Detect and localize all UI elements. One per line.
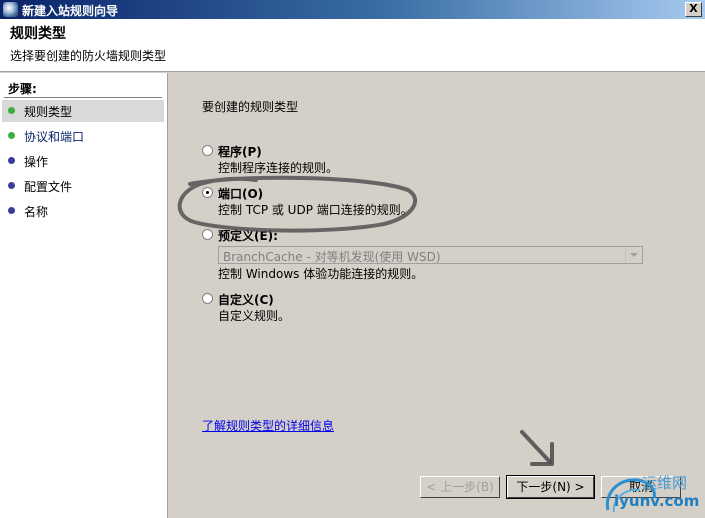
back-button[interactable]: < 上一步(B): [420, 476, 500, 498]
step-label: 名称: [24, 205, 49, 219]
option-label: 端口(O): [218, 187, 264, 201]
step-action[interactable]: 操作: [2, 150, 164, 172]
steps-title: 步骤:: [8, 82, 37, 96]
step-label: 规则类型: [24, 105, 73, 119]
program-radio[interactable]: [202, 145, 213, 156]
step-status-dot-icon: [8, 182, 15, 189]
wizard-content: 要创建的规则类型 程序(P) 控制程序连接的规则。 端口(O) 控制 TCP 或…: [168, 73, 705, 518]
wizard-header: 规则类型 选择要创建的防火墙规则类型: [0, 19, 705, 72]
watermark-cn: 运维网: [642, 474, 688, 492]
predefined-select[interactable]: BranchCache - 对等机发现(使用 WSD): [218, 246, 643, 264]
step-status-dot-icon: [8, 207, 15, 214]
step-protocol-port[interactable]: 协议和端口: [2, 125, 164, 147]
step-name[interactable]: 名称: [2, 200, 164, 222]
custom-radio[interactable]: [202, 293, 213, 304]
step-status-dot-icon: [8, 132, 15, 139]
predefined-radio[interactable]: [202, 229, 213, 240]
steps-sidebar: 步骤: 规则类型 协议和端口 操作 配置文件 名称: [0, 73, 168, 518]
title-bar: 新建入站规则向导 X: [0, 0, 705, 19]
firewall-app-icon: [3, 2, 18, 17]
option-label: 自定义(C): [218, 293, 274, 307]
port-radio[interactable]: [202, 187, 213, 198]
window-title: 新建入站规则向导: [22, 4, 119, 18]
step-status-dot-icon: [8, 107, 15, 114]
option-description: 自定义规则。: [218, 309, 291, 323]
rule-type-prompt: 要创建的规则类型: [202, 100, 299, 114]
step-profile[interactable]: 配置文件: [2, 175, 164, 197]
watermark-url: iyunv.com: [614, 492, 700, 510]
step-status-dot-icon: [8, 157, 15, 164]
option-label: 预定义(E):: [218, 229, 278, 243]
step-label: 配置文件: [24, 180, 73, 194]
watermark: 运维网 iyunv.com: [600, 470, 705, 518]
step-label: 协议和端口: [24, 130, 85, 144]
chevron-down-icon[interactable]: [625, 247, 642, 263]
close-button[interactable]: X: [685, 2, 702, 17]
next-button[interactable]: 下一步(N) >: [506, 475, 595, 499]
option-label: 程序(P): [218, 145, 262, 159]
predefined-select-value: BranchCache - 对等机发现(使用 WSD): [223, 250, 441, 264]
steps-divider: [4, 97, 162, 98]
option-description: 控制 TCP 或 UDP 端口连接的规则。: [218, 203, 413, 217]
page-subtitle: 选择要创建的防火墙规则类型: [10, 49, 167, 63]
option-description: 控制 Windows 体验功能连接的规则。: [218, 267, 424, 281]
page-title: 规则类型: [10, 26, 66, 42]
option-description: 控制程序连接的规则。: [218, 161, 339, 175]
step-rule-type[interactable]: 规则类型: [2, 100, 164, 122]
learn-more-link[interactable]: 了解规则类型的详细信息: [202, 417, 334, 434]
step-label: 操作: [24, 155, 49, 169]
